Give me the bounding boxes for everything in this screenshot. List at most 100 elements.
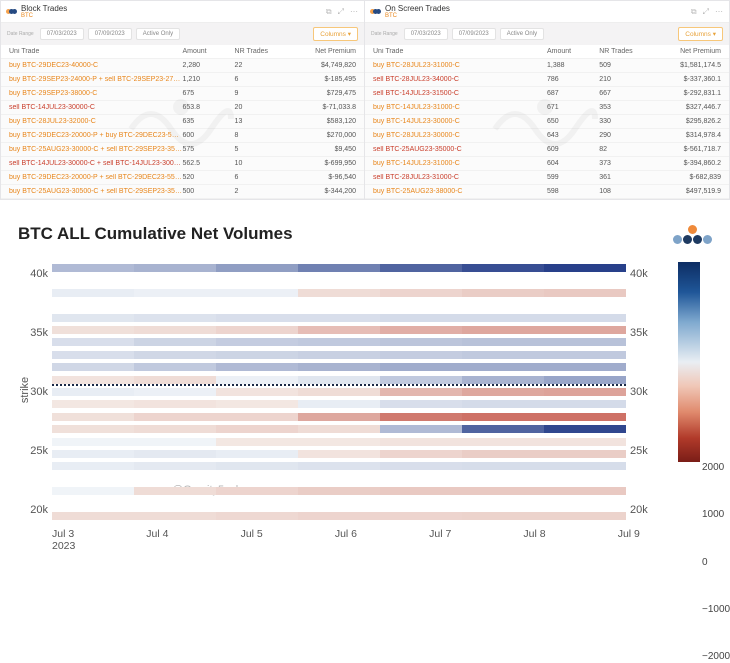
cell-nr: 6: [235, 76, 287, 83]
cell-np: $-682,839: [651, 174, 721, 181]
heat-cell: [298, 425, 380, 433]
columns-button[interactable]: Columns ▾: [678, 27, 723, 41]
table-row[interactable]: buy BTC-14JUL23-31000-C604373$-394,860.2: [365, 157, 729, 171]
y-tick: 25k: [22, 445, 48, 457]
active-only-toggle[interactable]: Active Only: [500, 28, 544, 40]
heat-cell: [544, 289, 626, 297]
panel-controls: Date Range 07/03/2023 07/09/2023 Active …: [365, 23, 729, 45]
table-row[interactable]: buy BTC-28JUL23-31000-C1,388509$1,581,17…: [365, 59, 729, 73]
y-axis-right: 40k35k30k25k20k: [626, 262, 660, 522]
heat-cell: [544, 487, 626, 495]
cell-nr: 5: [235, 146, 287, 153]
heat-cell: [462, 314, 544, 322]
col-netpremium[interactable]: Net Premium: [287, 48, 356, 55]
table-row[interactable]: sell BTC-14JUL23-31500-C687667$-292,831.…: [365, 87, 729, 101]
table-row[interactable]: buy BTC-29DEC23-40000-C2,28022$4,749,820: [1, 59, 364, 73]
heat-cell: [134, 376, 216, 384]
table-row[interactable]: buy BTC-25AUG23-30000-C + sell BTC-29SEP…: [1, 143, 364, 157]
heat-cell: [216, 314, 298, 322]
table-row[interactable]: buy BTC-28JUL23-32000-C63513$583,120: [1, 115, 364, 129]
y-tick: 25k: [630, 445, 656, 457]
expand-icon[interactable]: ⤢: [703, 7, 709, 17]
table-row[interactable]: buy BTC-29DEC23-20000-P + sell BTC-29DEC…: [1, 171, 364, 185]
heat-cell: [544, 462, 626, 470]
cell-nr: 509: [599, 62, 651, 69]
active-only-toggle[interactable]: Active Only: [136, 28, 180, 40]
heat-cell: [380, 338, 462, 346]
heat-cell: [134, 400, 216, 408]
x-tick: Jul 8: [523, 528, 617, 552]
heat-cell: [462, 264, 544, 272]
more-icon[interactable]: ⋯: [350, 7, 358, 17]
date-to-input[interactable]: 07/09/2023: [452, 28, 496, 40]
heat-cell: [134, 413, 216, 421]
cell-trade: buy BTC-25AUG23-30500-C + sell BTC-29SEP…: [9, 188, 183, 195]
table-row[interactable]: buy BTC-25AUG23-30500-C + sell BTC-29SEP…: [1, 185, 364, 199]
table-row[interactable]: buy BTC-29DEC23-20000-P + buy BTC-29DEC2…: [1, 129, 364, 143]
heat-row: [52, 351, 626, 359]
heat-cell: [380, 376, 462, 384]
heat-cell: [544, 438, 626, 446]
panel-header: Block Trades BTC ⧉ ⤢ ⋯: [1, 1, 364, 23]
heat-cell: [134, 326, 216, 334]
colorbar: 200010000−1000−2000: [660, 262, 712, 522]
heat-cell: [298, 289, 380, 297]
table-row[interactable]: buy BTC-29SEP23-24000-P + sell BTC-29SEP…: [1, 73, 364, 87]
table-row[interactable]: sell BTC-28JUL23-31000-C599361$-682,839: [365, 171, 729, 185]
columns-button[interactable]: Columns ▾: [313, 27, 358, 41]
date-to-input[interactable]: 07/09/2023: [88, 28, 132, 40]
copy-icon[interactable]: ⧉: [691, 7, 697, 17]
heat-cell: [134, 388, 216, 396]
date-from-input[interactable]: 07/03/2023: [404, 28, 448, 40]
more-icon[interactable]: ⋯: [715, 7, 723, 17]
col-nrtrades[interactable]: NR Trades: [235, 48, 287, 55]
cell-amount: 1,388: [547, 62, 599, 69]
heat-cell: [544, 351, 626, 359]
heat-cell: [216, 413, 298, 421]
table-row[interactable]: sell BTC-28JUL23-34000-C786210$-337,360.…: [365, 73, 729, 87]
col-amount[interactable]: Amount: [547, 48, 599, 55]
heatmap-area[interactable]: @Gravity5ucks: [52, 262, 626, 522]
heat-cell: [52, 487, 134, 495]
top-panels: Block Trades BTC ⧉ ⤢ ⋯ Date Range 07/03/…: [0, 0, 730, 200]
heat-cell: [216, 425, 298, 433]
cell-np: $583,120: [287, 118, 356, 125]
table-row[interactable]: buy BTC-14JUL23-30000-C650330$295,826.2: [365, 115, 729, 129]
chart-container: BTC ALL Cumulative Net Volumes strike 40…: [0, 200, 730, 562]
x-axis: Jul 32023Jul 4Jul 5Jul 6Jul 7Jul 8Jul 9: [18, 522, 712, 552]
col-amount[interactable]: Amount: [183, 48, 235, 55]
x-tick: Jul 7: [429, 528, 523, 552]
table-row[interactable]: buy BTC-28JUL23-30000-C643290$314,978.4: [365, 129, 729, 143]
table-row[interactable]: buy BTC-25AUG23-38000-C598108$497,519.9: [365, 185, 729, 199]
expand-icon[interactable]: ⤢: [338, 7, 344, 17]
table-row[interactable]: buy BTC-29SEP23-38000-C6759$729,475: [1, 87, 364, 101]
heat-cell: [52, 338, 134, 346]
y-tick: 35k: [22, 327, 48, 339]
heat-cell: [216, 289, 298, 297]
col-unitrade[interactable]: Uni Trade: [9, 48, 183, 55]
table-row[interactable]: sell BTC-14JUL23-30000-C + sell BTC-14JU…: [1, 157, 364, 171]
date-from-input[interactable]: 07/03/2023: [40, 28, 84, 40]
col-netpremium[interactable]: Net Premium: [651, 48, 721, 55]
heat-cell: [298, 338, 380, 346]
heat-cell: [134, 363, 216, 371]
heat-cell: [216, 487, 298, 495]
table-row[interactable]: sell BTC-14JUL23-30000-C653.820$-71,033.…: [1, 101, 364, 115]
col-nrtrades[interactable]: NR Trades: [599, 48, 651, 55]
cell-trade: buy BTC-14JUL23-31000-C: [373, 104, 547, 111]
heat-cell: [52, 425, 134, 433]
heat-cell: [380, 438, 462, 446]
y-tick: 35k: [630, 327, 656, 339]
table-row[interactable]: buy BTC-14JUL23-31000-C671353$327,446.7: [365, 101, 729, 115]
cell-trade: buy BTC-14JUL23-31000-C: [373, 160, 547, 167]
heat-cell: [380, 462, 462, 470]
cell-amount: 1,210: [183, 76, 235, 83]
heat-cell: [52, 388, 134, 396]
cell-trade: buy BTC-28JUL23-32000-C: [9, 118, 183, 125]
table-row[interactable]: sell BTC-25AUG23-35000-C60982$-561,718.7: [365, 143, 729, 157]
heat-cell: [544, 400, 626, 408]
heat-cell: [216, 326, 298, 334]
col-unitrade[interactable]: Uni Trade: [373, 48, 547, 55]
copy-icon[interactable]: ⧉: [326, 7, 332, 17]
cell-nr: 2: [235, 188, 287, 195]
